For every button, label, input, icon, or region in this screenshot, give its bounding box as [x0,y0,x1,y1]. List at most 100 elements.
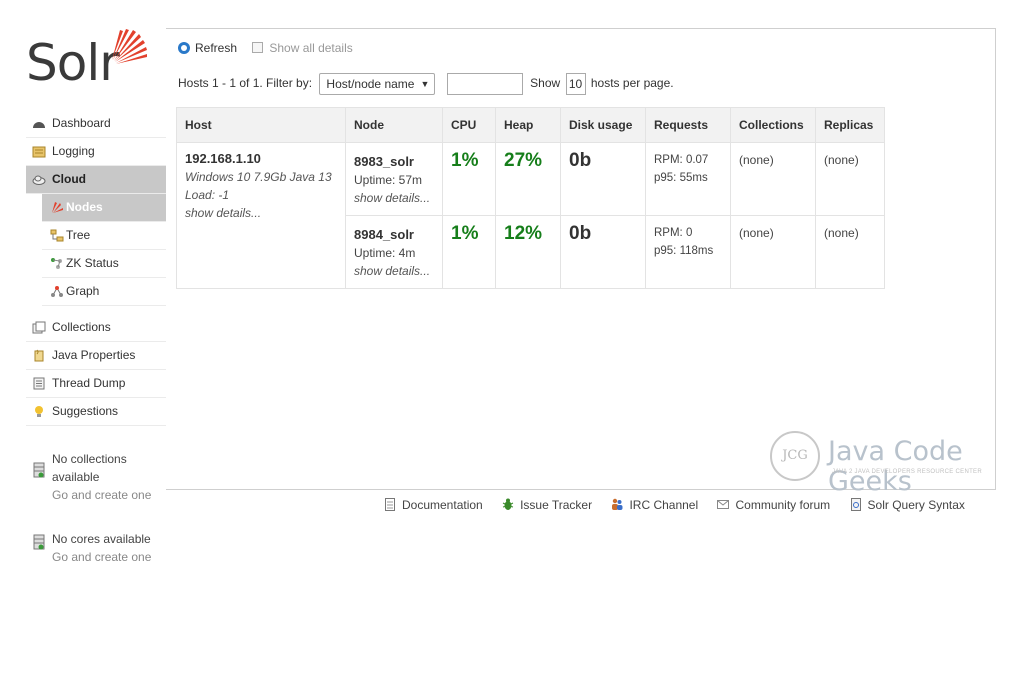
header-host: Host [176,107,346,143]
checkbox-box[interactable] [252,42,264,53]
show-label: Show [530,76,561,90]
requests-p95: p95: 55ms [654,172,708,184]
node-show-details-link[interactable]: show details... [354,262,434,280]
chevron-down-icon: ▼ [420,78,430,89]
sidebar-item-collections[interactable]: Collections [26,314,166,342]
collections-cell: (none) [730,142,816,216]
disk-value: 0b [569,150,592,171]
sidebar-item-label: Tree [66,228,91,242]
requests-rpm: RPM: 0 [654,227,693,239]
watermark-title: Java Code Geeks [828,436,963,497]
show-all-details-checkbox[interactable]: Show all details [252,39,353,57]
watermark-subtitle: JAVA 2 JAVA DEVELOPERS RESOURCE CENTER [832,469,982,475]
mail-icon [717,500,730,509]
filter-select[interactable]: Host/node name ▼ [319,72,436,95]
sidebar-item-suggestions[interactable]: Suggestions [26,398,166,426]
sidebar-item-nodes[interactable]: Nodes [42,194,166,222]
sidebar-item-java-properties[interactable]: Java Properties [26,342,166,370]
cpu-value: 1% [451,223,479,244]
sidebar-item-zk-status[interactable]: ZK Status [42,250,166,278]
heap-cell: 27% [495,142,561,216]
collections-cell: (none) [730,215,816,289]
refresh-button[interactable]: Refresh [178,39,237,57]
footer-irc-channel-link[interactable]: IRC Channel [611,496,698,514]
footer-link-label: Issue Tracker [520,498,593,512]
replicas-cell: (none) [815,142,885,216]
footer-link-label: Community forum [735,498,831,512]
filter-by-label: Filter by: [266,76,313,90]
footer-solr-query-syntax-link[interactable]: Solr Query Syntax [850,496,965,514]
tree-icon [50,229,64,242]
node-uptime: Uptime: 57m [354,173,423,187]
nodes-panel: Refresh Show all details Hosts 1 - 1 of … [166,28,996,497]
refresh-label: Refresh [195,41,238,55]
solr-sunburst-icon [112,29,147,64]
cpu-cell: 1% [442,215,496,289]
create-core-link[interactable]: Go and create one [52,548,166,566]
filter-input[interactable] [446,72,523,95]
heap-value: 27% [504,150,543,171]
node-name: 8984_solr [354,227,414,242]
host-load: Load: -1 [185,188,230,202]
thread-dump-icon [33,377,45,390]
requests-p95: p95: 118ms [654,245,714,257]
table-header-row: Host Node CPU Heap Disk usage Requests C… [176,107,885,143]
java-code-geeks-watermark: JCG Java Code Geeks JAVA 2 JAVA DEVELOPE… [770,427,992,497]
per-page-label: hosts per page. [590,76,674,90]
sidebar-item-label: Cloud [52,172,86,186]
cloud-submenu: Nodes Tree ZK Status Graph [26,194,166,306]
sidebar-item-graph[interactable]: Graph [42,278,166,306]
host-cell: 192.168.1.10 Windows 10 7.9Gb Java 13 Lo… [176,142,346,289]
requests-cell: RPM: 0 p95: 118ms [645,215,731,289]
node-cell: 8984_solr Uptime: 4m show details... [345,215,443,289]
create-collection-link[interactable]: Go and create one [52,486,166,504]
sidebar-item-logging[interactable]: Logging [26,138,166,166]
sidebar-item-cloud[interactable]: Cloud [26,166,166,194]
host-show-details-link[interactable]: show details... [185,204,337,222]
table-row: 192.168.1.10 Windows 10 7.9Gb Java 13 Lo… [176,142,885,289]
sidebar-item-label: Suggestions [52,404,119,418]
collections-value: (none) [739,226,774,240]
bug-icon [502,498,514,510]
no-cores-notice: No cores available Go and create one [26,530,166,566]
filter-select-value: Host/node name [326,76,415,91]
header-collections: Collections [730,107,816,143]
no-collections-text: No collections available [52,452,127,484]
header-disk-usage: Disk usage [560,107,646,143]
no-cores-text: No cores available [52,532,151,546]
sidebar-item-label: Logging [52,144,95,158]
query-syntax-icon [850,498,861,511]
sidebar-item-tree[interactable]: Tree [42,222,166,250]
replicas-value: (none) [824,153,859,167]
solr-logo[interactable]: Solr [26,26,150,90]
database-icon [33,462,45,478]
requests-cell: RPM: 0.07 p95: 55ms [645,142,731,216]
zk-status-icon [51,258,62,269]
header-requests: Requests [645,107,731,143]
hosts-per-page-input[interactable]: 10 [565,72,586,95]
no-collections-notice: No collections available Go and create o… [26,450,166,504]
header-replicas: Replicas [815,107,885,143]
sidebar-item-thread-dump[interactable]: Thread Dump [26,370,166,398]
heap-value: 12% [504,223,543,244]
graph-icon [51,286,63,297]
header-heap: Heap [495,107,561,143]
node-uptime: Uptime: 4m [354,246,416,260]
node-show-details-link[interactable]: show details... [354,189,434,207]
footer-documentation-link[interactable]: Documentation [384,496,483,514]
footer-issue-tracker-link[interactable]: Issue Tracker [502,496,592,514]
nodes-icon [52,202,63,213]
footer-community-forum-link[interactable]: Community forum [717,496,830,514]
host-os: Windows 10 7.9Gb Java 13 [185,170,332,184]
node-name: 8983_solr [354,154,414,169]
sidebar-nav: Dashboard Logging Cloud Nodes Tree ZK St… [26,110,166,426]
document-icon [385,498,395,511]
hosts-count-text: Hosts 1 - 1 of 1. [178,76,263,90]
node-cell: 8983_solr Uptime: 57m show details... [345,142,443,216]
collections-icon [32,321,46,334]
sidebar-item-dashboard[interactable]: Dashboard [26,110,166,138]
logging-icon [32,146,46,158]
replicas-cell: (none) [815,215,885,289]
sidebar-item-label: Dashboard [52,116,111,130]
footer-link-label: IRC Channel [629,498,699,512]
